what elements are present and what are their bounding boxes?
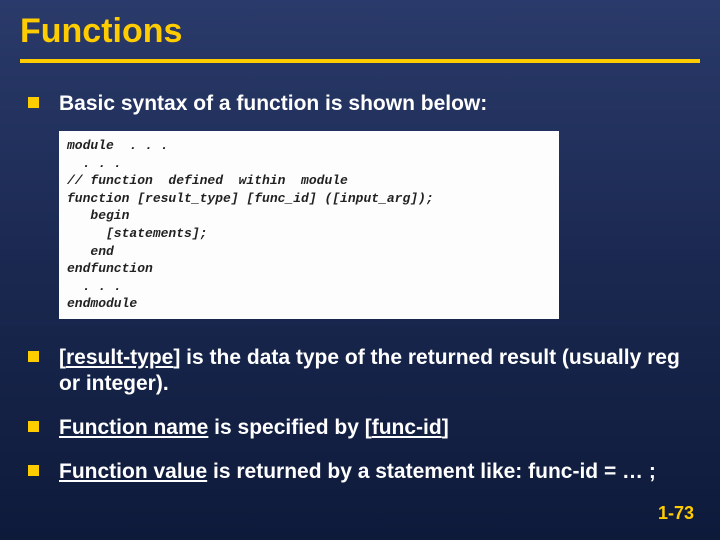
bullet-item: Basic syntax of a function is shown belo…: [28, 91, 700, 117]
square-bullet-icon: [28, 351, 39, 362]
square-bullet-icon: [28, 421, 39, 432]
content-area: Basic syntax of a function is shown belo…: [20, 91, 700, 486]
slide-title: Functions: [20, 12, 700, 63]
bullet-text: Basic syntax of a function is shown belo…: [59, 91, 487, 117]
bullet-item: Function value is returned by a statemen…: [28, 459, 700, 485]
square-bullet-icon: [28, 97, 39, 108]
bullet-item: Function name is specified by [func-id]: [28, 415, 700, 441]
code-block: module . . . . . . // function defined w…: [59, 131, 559, 318]
slide-number: 1-73: [658, 503, 694, 524]
bullet-text: [result-type] is the data type of the re…: [59, 345, 700, 398]
bullet-text: Function name is specified by [func-id]: [59, 415, 449, 441]
bullet-text: Function value is returned by a statemen…: [59, 459, 656, 485]
square-bullet-icon: [28, 465, 39, 476]
bullet-item: [result-type] is the data type of the re…: [28, 345, 700, 398]
